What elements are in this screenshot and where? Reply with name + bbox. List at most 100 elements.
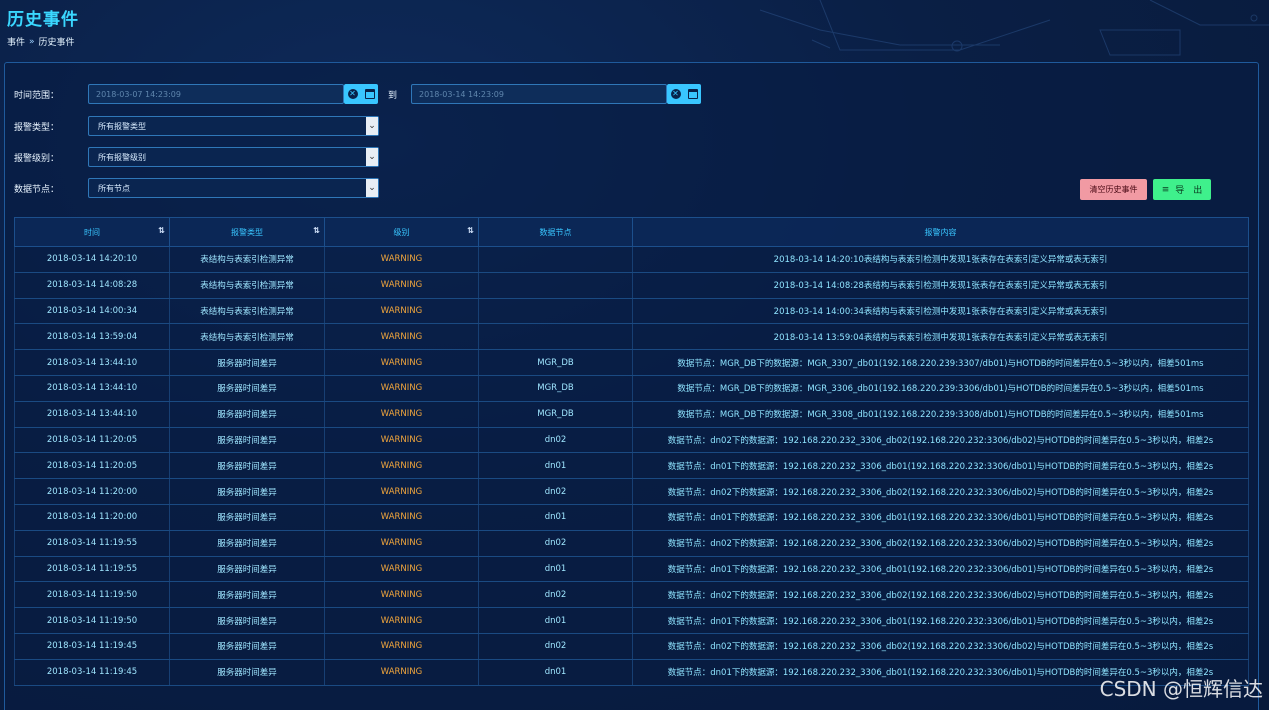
breadcrumb-separator: »	[29, 36, 35, 47]
table-row[interactable]: 2018-03-14 14:20:10 表结构与表索引检测异常 WARNING 201…	[14, 246, 1249, 273]
table-row[interactable]: 2018-03-14 13:44:10 服务器时间差异 WARNING MGR_DB 数…	[14, 375, 1249, 402]
table-row[interactable]: 2018-03-14 13:44:10 服务器时间差异 WARNING MGR_DB 数…	[14, 401, 1249, 428]
export-button[interactable]: ≡ 导 出	[1153, 179, 1211, 200]
table-row[interactable]: 2018-03-14 11:19:55 服务器时间差异 WARNING dn02 数据节…	[14, 530, 1249, 557]
clear-end-time-icon[interactable]: ✕	[670, 89, 681, 99]
clear-start-time-icon[interactable]: ✕	[347, 89, 358, 99]
cell-content: 数据节点：dn02下的数据源：192.168.220.232_3306_db02…	[632, 530, 1249, 557]
cell-time: 2018-03-14 13:44:10	[14, 401, 170, 428]
end-time-input[interactable]: 2018-03-14 14:23:09	[411, 84, 668, 104]
data-node-select[interactable]: 所有节点 ⌄	[88, 178, 379, 198]
table-row[interactable]: 2018-03-14 11:19:50 服务器时间差异 WARNING dn01 数据节…	[14, 607, 1249, 634]
sort-icon[interactable]: ⇅	[313, 226, 320, 235]
alarm-level-row: 报警级别： 所有报警级别 ⌄	[14, 147, 379, 167]
cell-alarm-type: 服务器时间差异	[169, 452, 325, 480]
cell-data-node: dn01	[478, 607, 633, 634]
end-calendar-icon[interactable]	[687, 89, 698, 99]
alarm-type-select[interactable]: 所有报警类型 ⌄	[88, 116, 379, 136]
table-row[interactable]: 2018-03-14 13:59:04 表结构与表索引检测异常 WARNING 201…	[14, 323, 1249, 351]
cell-time: 2018-03-14 11:19:50	[14, 607, 170, 634]
cell-alarm-type: 服务器时间差异	[169, 659, 325, 686]
table-row[interactable]: 2018-03-14 11:19:50 服务器时间差异 WARNING dn02 数据节…	[14, 581, 1249, 609]
header-content-label: 报警内容	[924, 227, 957, 237]
cell-level: WARNING	[324, 633, 479, 660]
cell-time: 2018-03-14 11:19:55	[14, 530, 170, 557]
cell-alarm-type: 服务器时间差异	[169, 478, 325, 505]
header-time-label: 时间	[84, 227, 100, 237]
time-range-label: 时间范围：	[14, 90, 60, 101]
cell-level: WARNING	[324, 556, 479, 583]
table-row[interactable]: 2018-03-14 11:19:45 服务器时间差异 WARNING dn02 数据节…	[14, 633, 1249, 660]
cell-alarm-type: 表结构与表索引检测异常	[169, 272, 325, 299]
cell-data-node: MGR_DB	[478, 375, 633, 402]
time-range-row: 时间范围： 2018-03-07 14:23:09 ✕ 到 2018-03-14…	[14, 84, 702, 104]
cell-time: 2018-03-14 14:00:34	[14, 298, 170, 325]
cell-time: 2018-03-14 11:19:45	[14, 659, 170, 686]
header-content: 报警内容	[632, 217, 1249, 247]
cell-level: WARNING	[324, 246, 479, 273]
sort-icon[interactable]: ⇅	[158, 226, 165, 235]
data-node-row: 数据节点： 所有节点 ⌄	[14, 178, 379, 198]
cell-level: WARNING	[324, 272, 479, 299]
cell-alarm-type: 服务器时间差异	[169, 349, 325, 376]
chevron-down-icon: ⌄	[366, 148, 378, 166]
header-time[interactable]: 时间 ⇅	[14, 217, 170, 247]
cell-alarm-type: 服务器时间差异	[169, 401, 325, 428]
cell-content: 数据节点：dn02下的数据源：192.168.220.232_3306_db02…	[632, 581, 1249, 609]
cell-data-node: dn02	[478, 530, 633, 557]
start-time-input[interactable]: 2018-03-07 14:23:09	[88, 84, 344, 104]
chevron-down-icon: ⌄	[366, 117, 378, 135]
cell-data-node: dn01	[478, 556, 633, 583]
end-time-buttons: ✕	[667, 84, 702, 104]
data-node-label: 数据节点：	[14, 184, 60, 195]
page-title: 历史事件	[7, 10, 79, 30]
events-table: 时间 ⇅ 报警类型 ⇅ 级别 ⇅ 数据节点 报警内容 2018-03-14 14:20…	[14, 217, 1249, 686]
cell-time: 2018-03-14 11:19:50	[14, 581, 170, 609]
cell-content: 数据节点：dn01下的数据源：192.168.220.232_3306_db01…	[632, 607, 1249, 634]
cell-alarm-type: 服务器时间差异	[169, 581, 325, 609]
table-row[interactable]: 2018-03-14 11:19:45 服务器时间差异 WARNING dn01 数据节…	[14, 659, 1249, 686]
cell-time: 2018-03-14 14:08:28	[14, 272, 170, 299]
table-row[interactable]: 2018-03-14 13:44:10 服务器时间差异 WARNING MGR_DB 数…	[14, 349, 1249, 376]
cell-content: 数据节点：dn01下的数据源：192.168.220.232_3306_db01…	[632, 452, 1249, 480]
clear-history-button[interactable]: 清空历史事件	[1080, 179, 1147, 200]
header-level[interactable]: 级别 ⇅	[324, 217, 479, 247]
cell-content: 数据节点：dn01下的数据源：192.168.220.232_3306_db01…	[632, 556, 1249, 583]
alarm-type-row: 报警类型： 所有报警类型 ⌄	[14, 116, 379, 136]
table-row[interactable]: 2018-03-14 11:20:00 服务器时间差异 WARNING dn02 数据节…	[14, 478, 1249, 505]
cell-time: 2018-03-14 11:20:05	[14, 452, 170, 480]
cell-time: 2018-03-14 11:19:55	[14, 556, 170, 583]
chevron-down-icon: ⌄	[366, 179, 378, 197]
sort-icon[interactable]: ⇅	[467, 226, 474, 235]
cell-content: 数据节点：dn02下的数据源：192.168.220.232_3306_db02…	[632, 478, 1249, 505]
table-row[interactable]: 2018-03-14 11:20:05 服务器时间差异 WARNING dn01 数据节…	[14, 452, 1249, 480]
cell-level: WARNING	[324, 427, 479, 454]
header-alarm-type[interactable]: 报警类型 ⇅	[169, 217, 325, 247]
table-row[interactable]: 2018-03-14 11:19:55 服务器时间差异 WARNING dn01 数据节…	[14, 556, 1249, 583]
cell-level: WARNING	[324, 607, 479, 634]
table-row[interactable]: 2018-03-14 11:20:05 服务器时间差异 WARNING dn02 数据节…	[14, 427, 1249, 454]
export-label: 导 出	[1175, 186, 1203, 196]
cell-data-node: dn01	[478, 504, 633, 531]
breadcrumb-item-events[interactable]: 事件	[7, 35, 25, 48]
cell-time: 2018-03-14 11:19:45	[14, 633, 170, 660]
cell-content: 2018-03-14 13:59:04表结构与表索引检测中发现1张表存在表索引定…	[632, 323, 1249, 351]
start-calendar-icon[interactable]	[364, 89, 375, 99]
table-row[interactable]: 2018-03-14 11:20:00 服务器时间差异 WARNING dn01 数据节…	[14, 504, 1249, 531]
alarm-type-label: 报警类型：	[14, 122, 60, 133]
cell-alarm-type: 服务器时间差异	[169, 633, 325, 660]
cell-data-node: dn01	[478, 452, 633, 480]
alarm-level-select[interactable]: 所有报警级别 ⌄	[88, 147, 379, 167]
header-alarm-type-label: 报警类型	[231, 227, 263, 237]
cell-alarm-type: 服务器时间差异	[169, 504, 325, 531]
cell-level: WARNING	[324, 530, 479, 557]
table-row[interactable]: 2018-03-14 14:00:34 表结构与表索引检测异常 WARNING 201…	[14, 298, 1249, 325]
table-row[interactable]: 2018-03-14 14:08:28 表结构与表索引检测异常 WARNING 201…	[14, 272, 1249, 299]
cell-content: 2018-03-14 14:20:10表结构与表索引检测中发现1张表存在表索引定…	[632, 246, 1249, 273]
watermark: CSDN @恒辉信达	[1099, 677, 1263, 701]
cell-level: WARNING	[324, 375, 479, 402]
table-header-row: 时间 ⇅ 报警类型 ⇅ 级别 ⇅ 数据节点 报警内容	[14, 217, 1249, 247]
cell-time: 2018-03-14 11:20:00	[14, 478, 170, 505]
cell-time: 2018-03-14 13:44:10	[14, 349, 170, 376]
cell-time: 2018-03-14 14:20:10	[14, 246, 170, 273]
